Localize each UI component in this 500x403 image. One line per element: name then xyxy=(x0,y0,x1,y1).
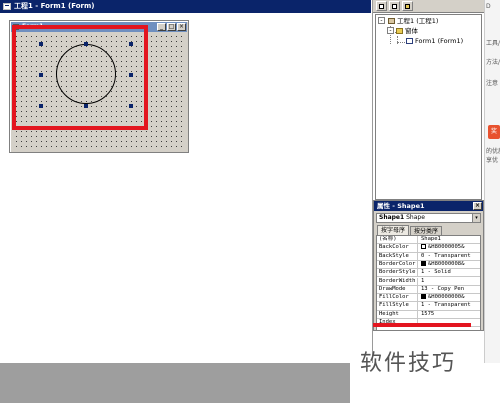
form-designer-window: 工程1 - Form1 (Form) Form1 _ □ × xyxy=(0,0,373,363)
designer-titlebar[interactable]: 工程1 - Form1 (Form) xyxy=(0,0,371,13)
property-name: BackColor xyxy=(377,244,418,252)
tree-item-forms-folder[interactable]: 窗体 xyxy=(396,26,418,36)
color-swatch xyxy=(421,294,426,300)
folder-icon xyxy=(396,28,403,34)
edge-text: D xyxy=(486,3,491,10)
property-value[interactable]: 1 xyxy=(419,278,480,285)
properties-title: 属性 - Shape1 xyxy=(377,202,425,210)
project-icon xyxy=(388,18,395,24)
edge-text: 的优质 xyxy=(486,148,500,155)
red-highlight-box xyxy=(12,25,148,130)
tree-item-label: 窗体 xyxy=(405,27,418,35)
tree-item-label: 工程1 (工程1) xyxy=(397,17,439,25)
color-swatch xyxy=(421,244,426,250)
property-value-text: &H80000008& xyxy=(428,260,465,267)
form-view-icon xyxy=(392,4,397,9)
browser-side-panel: D 工具/ 方法/ 注意 奖 的优质 享优 xyxy=(484,0,500,363)
property-row[interactable]: DrawMode 13 - Copy Pen xyxy=(377,285,480,295)
minimize-button[interactable]: _ xyxy=(157,23,166,31)
property-row[interactable]: BackColor &H80000005& xyxy=(377,244,480,253)
property-value[interactable]: 0 - Transparent xyxy=(419,253,480,260)
property-row[interactable]: FillColor &H00000000& xyxy=(377,294,480,303)
property-value-text: 13 - Copy Pen xyxy=(421,285,465,292)
form-icon xyxy=(406,38,413,44)
property-value[interactable]: 1 - Transparent xyxy=(419,302,480,309)
maximize-button[interactable]: □ xyxy=(167,23,176,31)
property-name: (名称) xyxy=(377,236,418,244)
property-row[interactable]: BackStyle 0 - Transparent xyxy=(377,252,480,261)
property-value-text: 1 xyxy=(421,277,425,284)
tab-alphabetic[interactable]: 按字母序 xyxy=(377,225,410,235)
watermark-text: 软件技巧 xyxy=(360,351,457,376)
property-value[interactable]: &H80000005& xyxy=(419,244,480,251)
property-value-text: 1 - Solid xyxy=(421,269,451,276)
expander-project[interactable]: - xyxy=(378,17,385,24)
property-value[interactable]: 1 - Solid xyxy=(419,269,480,276)
designer-window-icon xyxy=(3,3,11,10)
properties-close-button[interactable]: × xyxy=(473,202,482,210)
property-value-text: &H00000000& xyxy=(428,294,465,301)
toggle-folders-button[interactable] xyxy=(402,1,413,11)
color-swatch xyxy=(421,260,426,266)
edge-link[interactable]: 方法/ xyxy=(486,57,500,66)
property-name: BorderStyle xyxy=(377,269,418,277)
edge-red-button[interactable]: 奖 xyxy=(488,125,500,139)
property-value-text: Shape1 xyxy=(421,236,441,242)
designer-title: 工程1 - Form1 (Form) xyxy=(14,2,95,10)
property-row[interactable]: BorderWidth 1 xyxy=(377,277,480,286)
edge-link[interactable]: 注意 xyxy=(486,78,498,87)
property-grid: (名称) Shape1 BackColor &H80000005& BackSt… xyxy=(376,235,481,330)
tree-item-label: Form1 (Form1) xyxy=(415,37,464,45)
tree-item-project[interactable]: 工程1 (工程1) xyxy=(388,16,438,26)
object-name: Shape1 xyxy=(379,214,405,221)
desktop-background xyxy=(0,363,350,403)
expander-forms[interactable]: - xyxy=(387,27,394,34)
property-name: BorderColor xyxy=(377,260,418,269)
tree-item-form1[interactable]: Form1 (Form1) xyxy=(406,36,463,46)
properties-titlebar[interactable]: 属性 - Shape1 × xyxy=(374,201,483,211)
chevron-down-icon[interactable]: ▾ xyxy=(472,214,480,222)
property-value-text: 1 - Transparent xyxy=(421,302,471,309)
property-value[interactable]: 13 - Copy Pen xyxy=(419,286,480,293)
view-object-button[interactable] xyxy=(389,1,400,11)
tree-connector xyxy=(397,42,405,43)
property-name: FillColor xyxy=(377,294,418,302)
property-name: DrawMode xyxy=(377,285,418,294)
code-icon xyxy=(379,4,384,9)
property-row[interactable]: FillStyle 1 - Transparent xyxy=(377,302,480,311)
property-value[interactable]: &H00000000& xyxy=(419,294,480,301)
property-row[interactable]: BorderColor &H80000008& xyxy=(377,260,480,270)
project-toolbar xyxy=(373,0,484,13)
property-value[interactable]: &H80000008& xyxy=(419,260,480,268)
object-selector[interactable]: Shape1 Shape ▾ xyxy=(376,213,481,223)
property-name: BackStyle xyxy=(377,252,418,260)
folder-icon xyxy=(405,4,410,9)
red-underline-marker xyxy=(373,323,471,327)
view-code-button[interactable] xyxy=(376,1,387,11)
property-value[interactable]: 1575 xyxy=(419,311,480,318)
property-row[interactable]: BorderStyle 1 - Solid xyxy=(377,269,480,278)
property-value-text: 0 - Transparent xyxy=(421,252,471,259)
property-name: FillStyle xyxy=(377,302,418,310)
property-value-text: 1575 xyxy=(421,310,435,317)
project-explorer-tree: - 工程1 (工程1) - 窗体 Form1 (Form1) xyxy=(375,14,482,200)
edge-link[interactable]: 工具/ xyxy=(486,38,500,47)
property-value[interactable]: Shape1 xyxy=(419,236,480,243)
property-name: Height xyxy=(377,310,418,318)
property-name: BorderWidth xyxy=(377,277,418,285)
close-button[interactable]: × xyxy=(177,23,186,31)
object-type: Shape xyxy=(406,214,425,221)
properties-window: 属性 - Shape1 × Shape1 Shape ▾ 按字母序 按分类序 (… xyxy=(373,200,484,331)
property-value-text: &H80000005& xyxy=(428,244,465,251)
property-row[interactable]: (名称) Shape1 xyxy=(377,236,480,245)
property-row[interactable]: Height 1575 xyxy=(377,310,480,319)
edge-text: 享优 xyxy=(486,157,499,164)
